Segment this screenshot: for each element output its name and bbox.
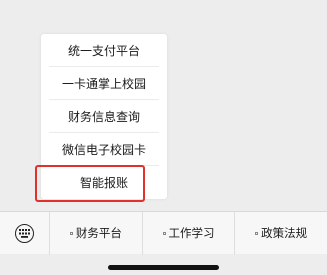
submenu-item-finance-query[interactable]: 财务信息查询: [49, 100, 159, 133]
menu-indicator-icon: [255, 231, 259, 235]
submenu-item-unified-payment[interactable]: 统一支付平台: [49, 34, 159, 67]
bottom-menu-bar: 财务平台 工作学习 政策法规: [0, 211, 327, 255]
menu-tab-policies[interactable]: 政策法规: [235, 212, 327, 255]
keyboard-toggle-button[interactable]: [0, 211, 50, 255]
chat-screen: 统一支付平台 一卡通掌上校园 财务信息查询 微信电子校园卡 智能报账 财务平台 …: [0, 0, 327, 275]
menu-tab-finance-platform[interactable]: 财务平台: [50, 211, 143, 255]
home-indicator[interactable]: [108, 265, 219, 270]
menu-indicator-icon: [162, 231, 166, 235]
keyboard-icon: [15, 223, 34, 243]
submenu-item-campus-card[interactable]: 一卡通掌上校园: [49, 67, 159, 100]
menu-tab-label: 工作学习: [168, 226, 215, 240]
submenu-popup: 统一支付平台 一卡通掌上校园 财务信息查询 微信电子校园卡 智能报账: [41, 34, 167, 199]
submenu-item-wechat-ecard[interactable]: 微信电子校园卡: [49, 133, 159, 166]
submenu-item-smart-reimbursement[interactable]: 智能报账: [49, 166, 159, 199]
menu-tab-label: 财务平台: [75, 226, 122, 240]
menu-indicator-icon: [69, 231, 73, 235]
menu-tab-label: 政策法规: [261, 226, 308, 240]
menu-tab-work-study[interactable]: 工作学习: [143, 211, 236, 255]
